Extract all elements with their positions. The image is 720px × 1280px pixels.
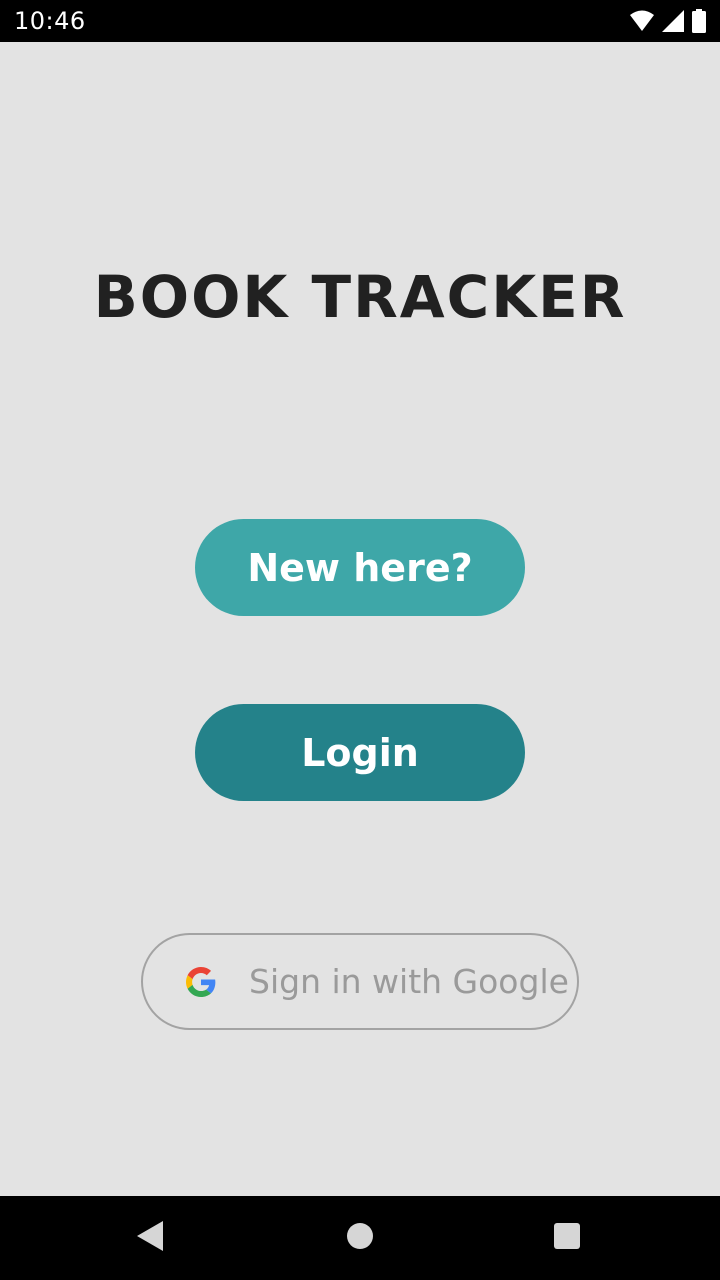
home-button[interactable] <box>300 1196 420 1280</box>
navigation-bar <box>0 1196 720 1280</box>
back-button[interactable] <box>90 1196 210 1280</box>
status-icons <box>630 9 706 33</box>
back-icon <box>137 1220 163 1256</box>
google-sign-in-label: Sign in with Google <box>249 962 569 1001</box>
login-button[interactable]: Login <box>195 704 525 801</box>
new-here-label: New here? <box>247 545 473 590</box>
status-bar: 10:46 <box>0 0 720 42</box>
home-icon <box>347 1222 373 1254</box>
status-time: 10:46 <box>14 7 86 35</box>
app-title: BOOK TRACKER <box>93 263 627 331</box>
recents-icon <box>554 1222 580 1254</box>
new-here-button[interactable]: New here? <box>195 519 525 616</box>
login-label: Login <box>301 730 419 775</box>
wifi-icon <box>630 10 654 32</box>
battery-icon <box>692 9 706 33</box>
google-icon <box>186 967 216 997</box>
google-sign-in-button[interactable]: Sign in with Google <box>141 933 579 1030</box>
login-screen: 10:46 BOOK TRACKER New here? Login Sign … <box>0 0 720 1280</box>
recents-button[interactable] <box>507 1196 627 1280</box>
cell-signal-icon <box>662 10 684 32</box>
